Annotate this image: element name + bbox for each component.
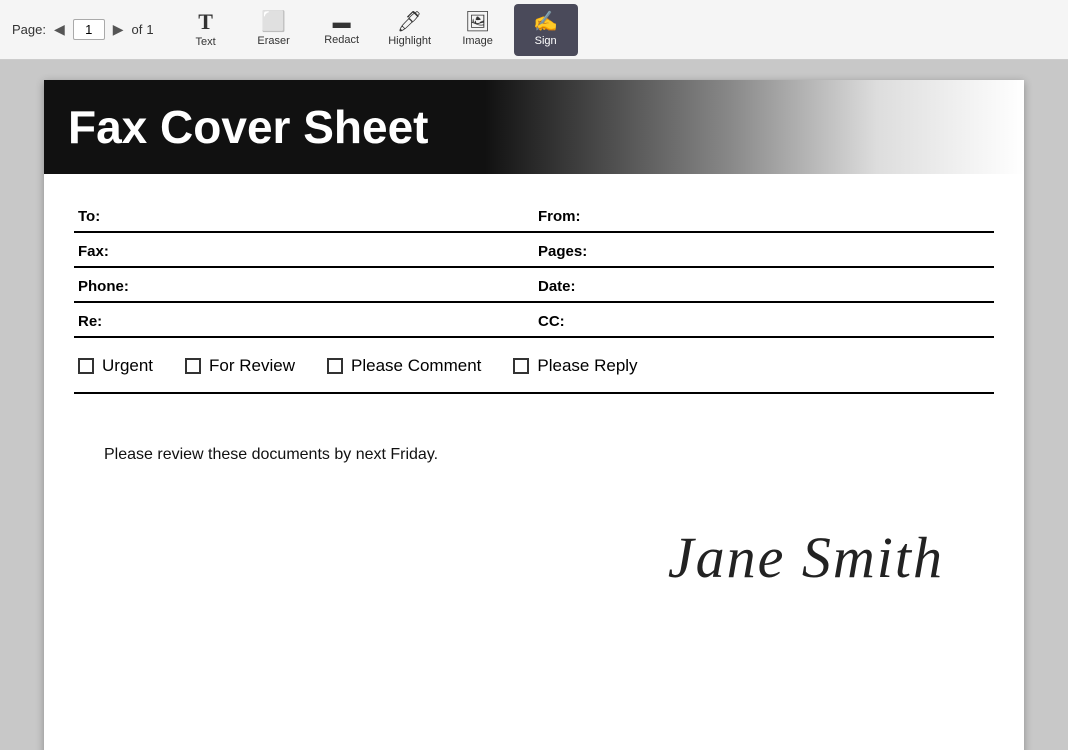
re-label: Re: [74, 303, 534, 336]
page-number-input[interactable] [73, 19, 105, 40]
eraser-tool-button[interactable]: ⬜ Eraser [242, 4, 306, 56]
highlight-icon: 🖊 [397, 12, 422, 32]
highlight-tool-button[interactable]: 🖊 Highlight [378, 4, 442, 56]
signature: Jane Smith [668, 524, 944, 591]
eraser-icon: ⬜ [261, 12, 286, 32]
for-review-label: For Review [209, 356, 295, 376]
fax-title: Fax Cover Sheet [68, 100, 1000, 154]
cc-label: CC: [534, 303, 994, 336]
page-label: Page: [12, 22, 46, 37]
redact-icon: ▬ [333, 13, 351, 31]
sign-tool-label: Sign [535, 35, 557, 47]
text-tool-button[interactable]: T Text [174, 4, 238, 56]
eraser-tool-label: Eraser [257, 35, 289, 47]
image-tool-label: Image [462, 35, 493, 47]
to-label: To: [74, 198, 534, 231]
page-total: 1 [146, 22, 153, 37]
page: Fax Cover Sheet To: From: Fax: Pages: Ph… [44, 80, 1024, 750]
image-icon: 🖼 [465, 12, 490, 32]
text-icon: T [198, 11, 213, 33]
checkbox-row: Urgent For Review Please Comment Please … [74, 338, 994, 388]
text-tool-label: Text [196, 36, 216, 48]
form-row-to-from: To: From: [74, 198, 994, 233]
separator-line [74, 392, 994, 394]
please-comment-label: Please Comment [351, 356, 481, 376]
page-navigation: Page: ◀ ▶ of 1 [12, 19, 154, 40]
fax-header: Fax Cover Sheet [44, 80, 1024, 174]
image-tool-button[interactable]: 🖼 Image [446, 4, 510, 56]
urgent-label: Urgent [102, 356, 153, 376]
checkbox-urgent[interactable]: Urgent [78, 356, 153, 376]
for-review-checkbox-box[interactable] [185, 358, 201, 374]
form-row-fax-pages: Fax: Pages: [74, 233, 994, 268]
highlight-tool-label: Highlight [388, 35, 431, 47]
checkbox-for-review[interactable]: For Review [185, 356, 295, 376]
redact-tool-button[interactable]: ▬ Redact [310, 4, 374, 56]
please-comment-checkbox-box[interactable] [327, 358, 343, 374]
form-row-re-cc: Re: CC: [74, 303, 994, 338]
sign-tool-button[interactable]: ✍ Sign [514, 4, 578, 56]
form-row-phone-date: Phone: Date: [74, 268, 994, 303]
please-reply-label: Please Reply [537, 356, 637, 376]
from-label: From: [534, 198, 994, 231]
page-prev-button[interactable]: ◀ [50, 19, 69, 40]
toolbar: Page: ◀ ▶ of 1 T Text ⬜ Eraser ▬ Redact … [0, 0, 1068, 60]
urgent-checkbox-box[interactable] [78, 358, 94, 374]
document-area: Fax Cover Sheet To: From: Fax: Pages: Ph… [0, 60, 1068, 750]
please-reply-checkbox-box[interactable] [513, 358, 529, 374]
page-separator: of [132, 22, 143, 37]
message-text: Please review these documents by next Fr… [44, 434, 1024, 484]
form-section: To: From: Fax: Pages: Phone: Date: Re: C… [44, 182, 1024, 434]
pages-label: Pages: [534, 233, 994, 266]
checkbox-please-reply[interactable]: Please Reply [513, 356, 637, 376]
fax-label: Fax: [74, 233, 534, 266]
redact-tool-label: Redact [324, 34, 359, 46]
signature-area: Jane Smith [44, 484, 1024, 611]
page-next-button[interactable]: ▶ [109, 19, 128, 40]
phone-label: Phone: [74, 268, 534, 301]
date-label: Date: [534, 268, 994, 301]
sign-icon: ✍ [533, 12, 558, 32]
checkbox-please-comment[interactable]: Please Comment [327, 356, 481, 376]
